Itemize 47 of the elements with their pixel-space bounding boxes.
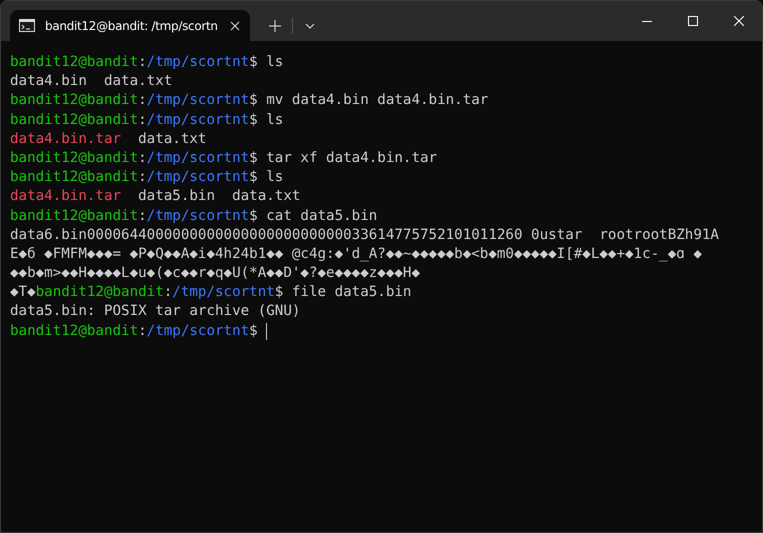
terminal-text: E◆б ◆FMFM◆◆◆= ◆P◆Q◆◆A◆i◆4h24b1◆◆ @c4g:◆'d_A?◆◆~◆◆◆◆◆b◆<b◆m0◆◆◆◆◆I[#◆L◆◆+◆1c-_◆ɑ ◆: [10, 244, 702, 264]
terminal-text: $ file data5.bin: [274, 283, 412, 302]
terminal-text: data6.bin000064400000000000000000000000033614775752101011260 0ustar rootrootBZh91A: [10, 226, 719, 245]
prompt-user: bandit12@bandit: [10, 206, 138, 226]
terminal-tab[interactable]: bandit12@bandit: /tmp/scortn: [10, 10, 250, 41]
terminal-text: ◆T◆: [10, 283, 36, 302]
terminal-text: $: [249, 322, 259, 341]
prompt-user: bandit12@bandit: [10, 168, 138, 188]
terminal-text: :: [138, 322, 147, 341]
terminal-text: $ ls: [249, 110, 284, 130]
prompt-path: /tmp/scortnt: [146, 206, 250, 226]
prompt-path: /tmp/scortnt: [146, 168, 250, 188]
prompt-path: /tmp/scortnt: [146, 53, 250, 72]
terminal-text: $ cat data5.bin: [249, 206, 378, 226]
archive-filename: data4.bin.tar: [10, 130, 122, 149]
terminal-text: data5.bin: POSIX tar archive (GNU): [10, 302, 300, 322]
prompt-user: bandit12@bandit: [10, 148, 138, 168]
terminal-text: ◆◆b◆m>◆◆H◆◆◆◆L◆u◆(◆c◆◆r◆q◆U(*A◆◆D'◆?◆e◆◆◆◆z◆◆◆H◆: [10, 264, 420, 284]
terminal-text: data.txt: [137, 130, 206, 149]
terminal-text: $ mv data4.bin data4.bin.tar: [249, 91, 488, 110]
terminal-text: :: [138, 53, 147, 72]
terminal-text: :: [138, 168, 147, 188]
tab-title: bandit12@bandit: /tmp/scortn: [45, 18, 219, 32]
text-cursor: [266, 322, 268, 340]
terminal-text: $ ls: [249, 168, 284, 188]
prompt-path: /tmp/scortnt: [146, 148, 250, 168]
terminal-text: :: [138, 148, 147, 168]
prompt-path: /tmp/scortnt: [146, 322, 250, 341]
prompt-user: bandit12@bandit: [10, 322, 138, 341]
terminal-text: $ ls: [249, 53, 284, 72]
prompt-user: bandit12@bandit: [36, 283, 164, 302]
prompt-path: /tmp/scortnt: [146, 91, 250, 110]
close-tab-icon[interactable]: [230, 20, 240, 30]
prompt-path: /tmp/scortnt: [172, 283, 275, 302]
prompt-path: /tmp/scortnt: [146, 110, 250, 130]
terminal-text: :: [164, 283, 172, 302]
prompt-user: bandit12@bandit: [10, 110, 138, 130]
terminal-text: $ tar xf data4.bin.tar: [249, 148, 438, 168]
prompt-user: bandit12@bandit: [10, 91, 138, 110]
terminal-text: :: [138, 110, 147, 130]
terminal-text: :: [138, 91, 147, 110]
terminal-text: :: [138, 206, 147, 226]
terminal-text: data5.bin data.txt: [137, 187, 300, 206]
terminal-text: data4.bin data.txt: [10, 72, 172, 92]
terminal-icon: [19, 19, 35, 32]
prompt-user: bandit12@bandit: [10, 53, 138, 72]
archive-filename: data4.bin.tar: [10, 187, 122, 206]
